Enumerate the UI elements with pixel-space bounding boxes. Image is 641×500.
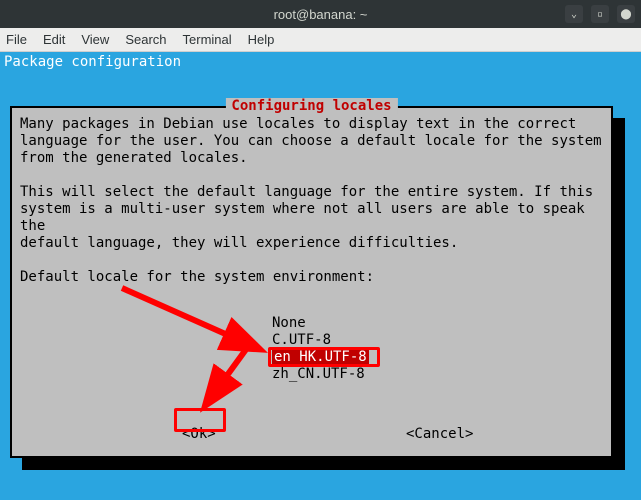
menu-help[interactable]: Help (248, 32, 275, 47)
menubar: File Edit View Search Terminal Help (0, 28, 641, 52)
ok-button[interactable]: <Ok> (182, 426, 216, 442)
cancel-button[interactable]: <Cancel> (406, 426, 473, 442)
dialog-title: Configuring locales (225, 98, 397, 114)
menu-view[interactable]: View (81, 32, 109, 47)
minimize-icon[interactable]: ⌄ (565, 5, 583, 23)
locale-option-none[interactable]: None (272, 315, 369, 332)
configuring-locales-dialog: Configuring locales Many packages in Deb… (10, 106, 613, 458)
menu-file[interactable]: File (6, 32, 27, 47)
locale-option-c-utf8[interactable]: C.UTF-8 (272, 332, 369, 349)
locale-option-en-hk-label: en_HK.UTF-8 (272, 349, 369, 365)
maximize-icon[interactable]: ▫ (591, 5, 609, 23)
package-configuration-header: Package configuration (0, 52, 641, 72)
menu-terminal[interactable]: Terminal (183, 32, 232, 47)
titlebar: root@banana: ~ ⌄ ▫ ⬤ (0, 0, 641, 28)
close-icon[interactable]: ⬤ (617, 5, 635, 23)
locale-option-zh-cn[interactable]: zh_CN.UTF-8 (272, 366, 369, 383)
menu-search[interactable]: Search (125, 32, 166, 47)
annotation-arrow-to-locale (112, 278, 282, 368)
locale-options-list[interactable]: None C.UTF-8 en_HK.UTF-8 zh_CN.UTF-8 (272, 315, 369, 383)
window-controls: ⌄ ▫ ⬤ (565, 0, 635, 28)
menu-edit[interactable]: Edit (43, 32, 65, 47)
locale-option-en-hk[interactable]: en_HK.UTF-8 (272, 349, 369, 366)
dialog-body-text: Many packages in Debian use locales to d… (20, 116, 603, 286)
window-title: root@banana: ~ (274, 7, 368, 22)
